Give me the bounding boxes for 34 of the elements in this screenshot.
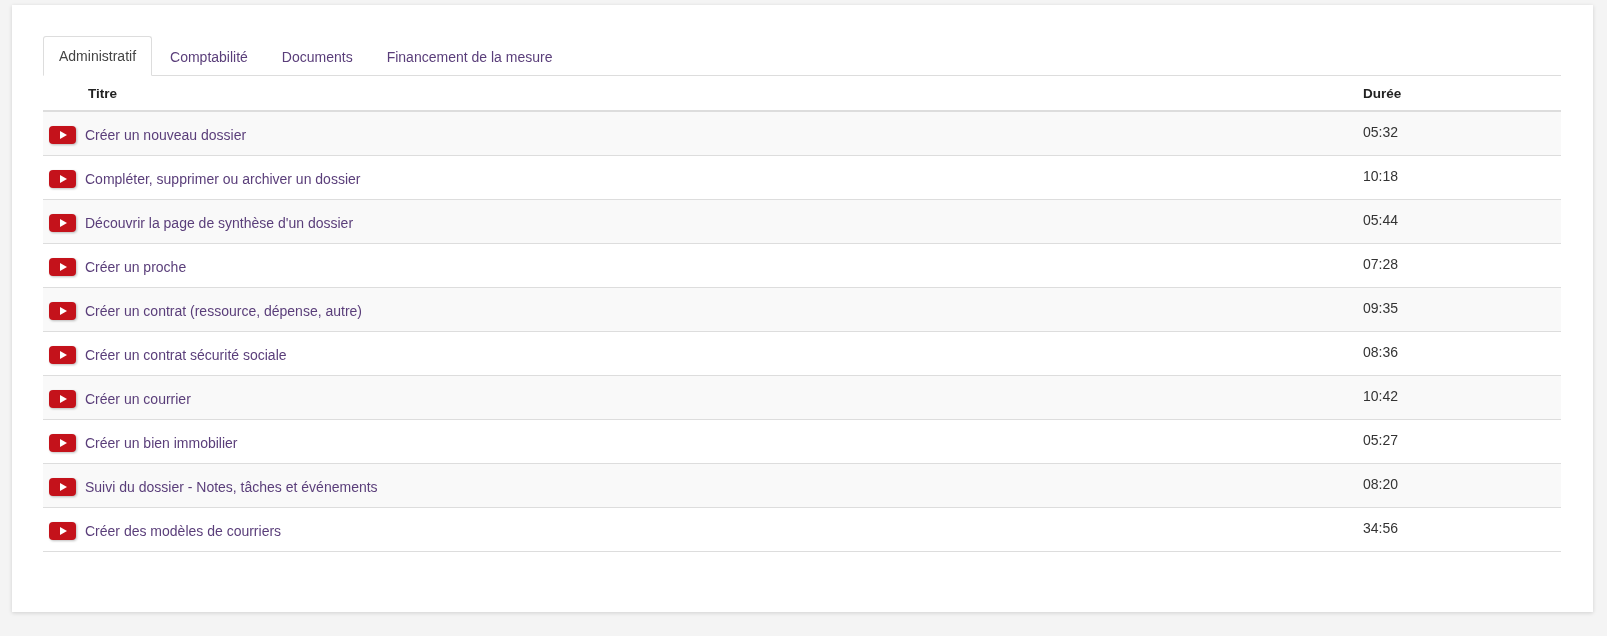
video-link[interactable]: Créer des modèles de courriers	[85, 523, 282, 539]
play-icon[interactable]	[49, 257, 77, 277]
video-link[interactable]: Créer un bien immobilier	[85, 435, 238, 451]
video-link[interactable]: Créer un proche	[85, 259, 187, 275]
duration-text: 10:42	[1363, 388, 1399, 404]
duration-text: 05:44	[1363, 212, 1399, 228]
play-icon[interactable]	[49, 125, 77, 145]
video-link[interactable]: Créer un contrat (ressource, dépense, autre)	[85, 303, 363, 319]
video-link[interactable]: Créer un nouveau dossier	[85, 127, 247, 143]
duration-text: 09:35	[1363, 300, 1399, 316]
play-icon[interactable]	[49, 389, 77, 409]
play-icon[interactable]	[49, 477, 77, 497]
play-icon[interactable]	[49, 301, 77, 321]
video-link[interactable]: Découvrir la page de synthèse d'un dossier	[85, 215, 354, 231]
duration-text: 08:20	[1363, 476, 1399, 492]
duration-text: 05:27	[1363, 432, 1399, 448]
video-link[interactable]: Créer un courrier	[85, 391, 191, 407]
tab[interactable]: Documents	[265, 36, 369, 76]
duration-text: 10:18	[1363, 168, 1399, 184]
play-icon[interactable]	[49, 521, 77, 541]
play-icon[interactable]	[49, 169, 77, 189]
video-link[interactable]: Créer un contrat sécurité sociale	[85, 347, 287, 363]
duration-text: 07:28	[1363, 256, 1399, 272]
duration-text: 34:56	[1363, 520, 1399, 536]
video-link[interactable]: Compléter, supprimer ou archiver un dossier	[85, 171, 361, 187]
play-icon[interactable]	[49, 213, 77, 233]
duration-text: 05:32	[1363, 124, 1399, 140]
video-link[interactable]: Suivi du dossier - Notes, tâches et événements	[85, 479, 378, 495]
duration-text: 08:36	[1363, 344, 1399, 360]
tab[interactable]: Financement de la mesure	[370, 36, 569, 76]
tab[interactable]: Administratif	[43, 36, 153, 76]
play-icon[interactable]	[49, 433, 77, 453]
play-icon[interactable]	[49, 345, 77, 365]
tab[interactable]: Comptabilité	[154, 36, 264, 76]
